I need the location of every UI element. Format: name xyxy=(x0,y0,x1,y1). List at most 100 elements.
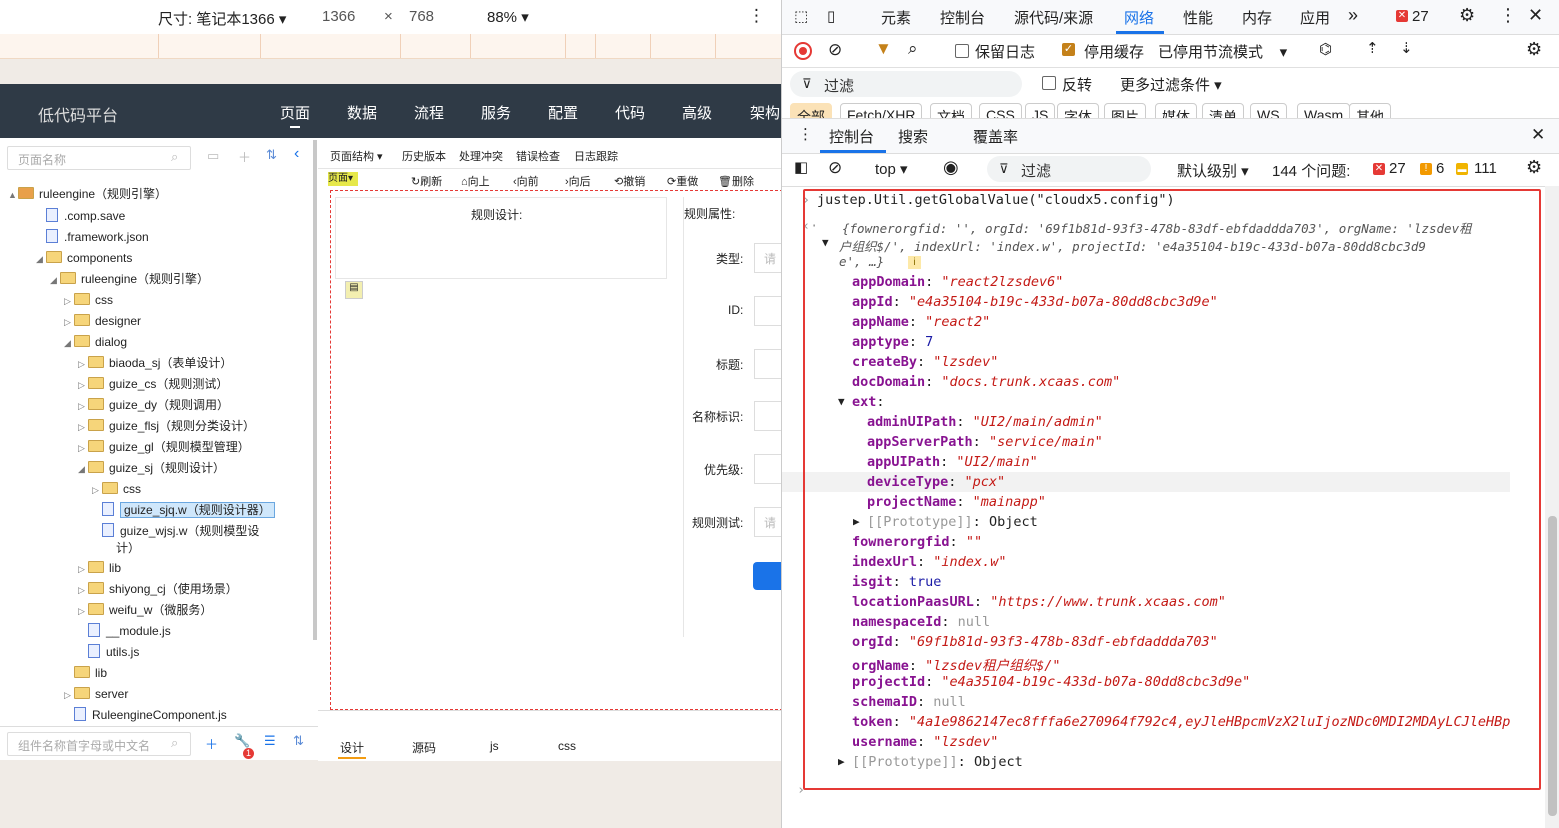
expand-toggle-icon[interactable]: ▷ xyxy=(64,685,74,705)
expand-toggle-icon[interactable]: ▷ xyxy=(64,312,74,332)
record-icon[interactable] xyxy=(794,42,812,60)
drawer-tab-console[interactable]: 控制台 xyxy=(829,126,874,147)
tree-item[interactable]: RuleengineComponent.js xyxy=(64,705,227,725)
network-conditions-icon[interactable]: ⌬ xyxy=(1319,40,1332,58)
tree-item[interactable]: ◢ guize_sj（规则设计） xyxy=(78,458,225,478)
history-button[interactable]: 历史版本 xyxy=(402,148,446,164)
issues-warning-count[interactable]: 6 xyxy=(1436,160,1444,177)
page-tag[interactable]: 页面▾ xyxy=(328,172,358,186)
nav-item-arch[interactable]: 架构 xyxy=(750,102,780,123)
close-drawer-icon[interactable]: ✕ xyxy=(1531,125,1545,145)
tree-item[interactable]: .comp.save xyxy=(36,206,125,226)
wrench-icon[interactable]: 🔧 xyxy=(234,733,250,749)
tree-item[interactable]: ▷ weifu_w（微服务） xyxy=(78,600,212,620)
context-select[interactable]: top ▾ xyxy=(875,160,908,178)
type-chip[interactable]: CSS xyxy=(979,103,1022,118)
settings-icon[interactable]: ⚙ xyxy=(1459,5,1475,26)
delete-button[interactable]: 🗑删除 xyxy=(718,173,754,189)
type-chip[interactable]: 清单 xyxy=(1202,103,1244,118)
inspect-icon[interactable]: ⬚ xyxy=(794,7,808,25)
download-icon[interactable]: ⇣ xyxy=(1400,39,1413,57)
tab-application[interactable]: 应用 xyxy=(1300,7,1330,28)
type-chip[interactable]: WS xyxy=(1250,103,1287,118)
expand-toggle-icon[interactable]: ▷ xyxy=(78,601,88,621)
component-search-input[interactable]: 组件名称首字母或中文名 ⌕ xyxy=(7,732,191,756)
up-button[interactable]: ⌂向上 xyxy=(461,173,490,189)
type-chip[interactable]: 字体 xyxy=(1057,103,1099,118)
device-size-select[interactable]: 尺寸: 笔记本1366 ▾ xyxy=(158,8,286,29)
clear-console-icon[interactable]: ⊘ xyxy=(828,158,842,178)
expand-toggle-icon[interactable]: ▷ xyxy=(78,396,88,416)
height-input[interactable]: 768 xyxy=(409,8,434,25)
tree-scrollbar[interactable] xyxy=(313,140,317,640)
expand-toggle-icon[interactable]: ▷ xyxy=(78,559,88,579)
sort-icon[interactable]: ⇅ xyxy=(266,147,277,163)
device-toggle-icon[interactable]: ▯ xyxy=(827,7,835,25)
page-structure-menu[interactable]: 页面结构 ▾ xyxy=(330,148,383,164)
network-settings-icon[interactable]: ⚙ xyxy=(1526,39,1542,60)
tab-design[interactable]: 设计 xyxy=(340,739,364,756)
list-icon[interactable]: ☰ xyxy=(264,733,276,749)
eye-icon[interactable]: ◉ xyxy=(943,157,959,178)
width-input[interactable]: 1366 xyxy=(322,8,355,25)
tree-item[interactable]: utils.js xyxy=(78,642,139,662)
tab-performance[interactable]: 性能 xyxy=(1183,7,1213,28)
undo-button[interactable]: ⟲撤销 xyxy=(614,173,645,189)
expand-toggle-icon[interactable]: ◢ xyxy=(36,249,46,269)
zoom-select[interactable]: 88% ▾ xyxy=(487,8,529,26)
field-input[interactable]: 请 xyxy=(754,243,781,273)
console-scrollbar[interactable] xyxy=(1545,186,1559,828)
sort-icon[interactable]: ⇅ xyxy=(293,733,304,749)
issues-info-count[interactable]: 111 xyxy=(1474,160,1497,177)
nav-item-flow[interactable]: 流程 xyxy=(414,102,444,123)
back-button[interactable]: ‹向前 xyxy=(513,173,539,189)
issues-label[interactable]: 144 个问题: xyxy=(1272,160,1350,181)
drawer-tab-coverage[interactable]: 覆盖率 xyxy=(973,126,1018,147)
refresh-button[interactable]: ↻刷新 xyxy=(411,173,442,189)
menu-icon[interactable]: ⋮ xyxy=(1499,5,1517,26)
more-options-icon[interactable]: ⋮ xyxy=(748,6,765,26)
tree-item[interactable]: ▷ server xyxy=(64,684,128,704)
tree-item[interactable]: ▷ css xyxy=(92,479,141,499)
type-chip[interactable]: 媒体 xyxy=(1155,103,1197,118)
nav-item-advanced[interactable]: 高级 xyxy=(682,102,712,123)
nav-item-config[interactable]: 配置 xyxy=(548,102,578,123)
tab-memory[interactable]: 内存 xyxy=(1242,7,1272,28)
expand-toggle-icon[interactable]: ◢ xyxy=(78,459,88,479)
field-input[interactable] xyxy=(754,454,781,484)
type-chip[interactable]: JS xyxy=(1025,103,1056,118)
issues-error-count[interactable]: 27 xyxy=(1389,160,1406,177)
expand-toggle-icon[interactable]: ◢ xyxy=(50,270,60,290)
expand-toggle-icon[interactable]: ▷ xyxy=(78,375,88,395)
invert-checkbox[interactable] xyxy=(1042,76,1056,90)
tree-item[interactable]: lib xyxy=(64,663,107,683)
throttle-select[interactable]: 已停用节流模式 ▾ xyxy=(1158,41,1287,62)
tab-css[interactable]: css xyxy=(558,739,576,753)
network-filter-input[interactable]: ⊽ 过滤 xyxy=(790,71,1022,97)
clipboard-icon[interactable]: ▤ xyxy=(345,281,363,299)
tree-item[interactable]: ▷ css xyxy=(64,290,113,310)
nav-item-code[interactable]: 代码 xyxy=(615,102,645,123)
log-trace-button[interactable]: 日志跟踪 xyxy=(574,148,618,164)
redo-button[interactable]: ⟳重做 xyxy=(667,173,698,189)
tab-js[interactable]: js xyxy=(490,739,499,753)
drawer-menu-icon[interactable]: ⋮ xyxy=(798,125,813,143)
tree-item[interactable]: ◢ components xyxy=(36,248,132,268)
tab-sources[interactable]: 源代码/来源 xyxy=(1014,7,1093,28)
more-filters-select[interactable]: 更多过滤条件 ▾ xyxy=(1120,74,1222,95)
add-icon[interactable]: ＋ xyxy=(238,147,251,166)
tree-item[interactable]: ◢ ruleengine（规则引擎） xyxy=(50,269,209,289)
expand-toggle-icon[interactable]: ▷ xyxy=(92,480,102,500)
expand-toggle-icon[interactable]: ▷ xyxy=(78,417,88,437)
error-count[interactable]: 27 xyxy=(1412,8,1429,25)
tree-item[interactable]: ▷ lib xyxy=(78,558,121,578)
disable-cache-checkbox[interactable]: ✓ xyxy=(1062,43,1075,56)
tree-item[interactable]: __module.js xyxy=(78,621,171,641)
sidebar-toggle-icon[interactable]: ◧ xyxy=(794,158,808,176)
expand-toggle-icon[interactable]: ▷ xyxy=(64,291,74,311)
tree-item[interactable]: ◢ dialog xyxy=(64,332,127,352)
expand-toggle-icon[interactable]: ▷ xyxy=(78,438,88,458)
log-level-select[interactable]: 默认级别 ▾ xyxy=(1177,160,1249,181)
type-chip[interactable]: 全部 xyxy=(790,103,832,118)
preserve-log-checkbox[interactable] xyxy=(955,44,969,58)
